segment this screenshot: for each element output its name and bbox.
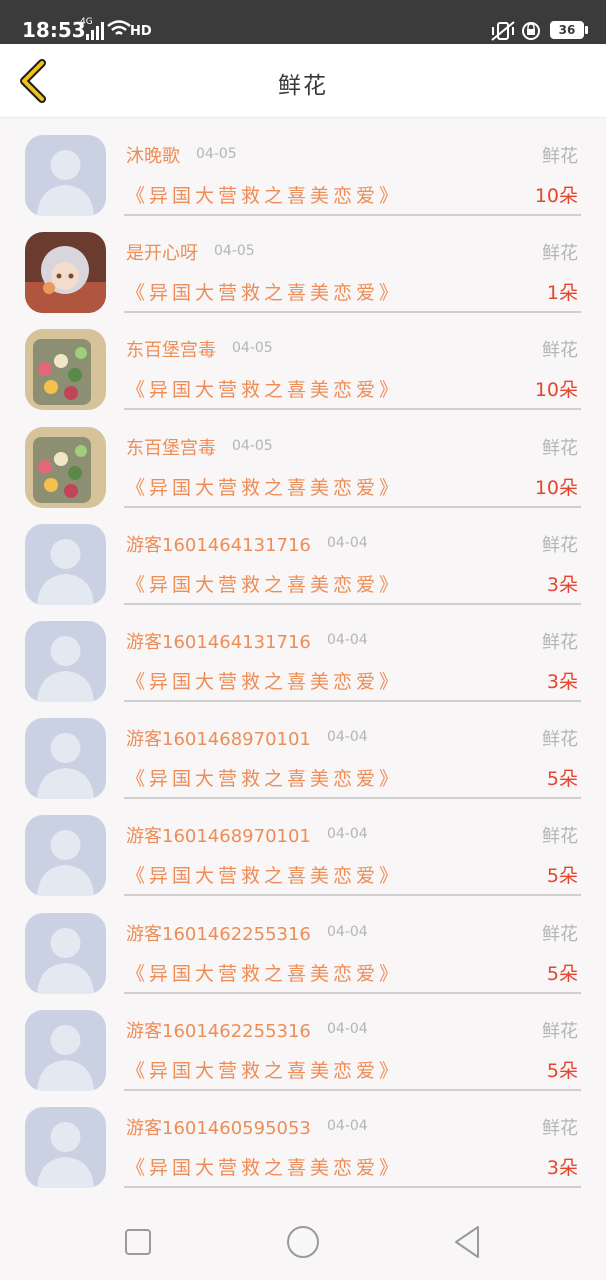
status-bar: 18:53 4G HD 36 xyxy=(0,0,606,44)
gift-count: 10朵 xyxy=(534,379,578,402)
gift-type: 鲜花 xyxy=(542,1020,578,1042)
user-name: 游客1601468970101 xyxy=(126,826,311,848)
triangle-back-icon xyxy=(455,1226,479,1258)
book-title[interactable]: 《异国大营救之喜美恋爱》 xyxy=(126,181,402,208)
avatar[interactable] xyxy=(25,232,106,314)
user-name: 游客1601462255316 xyxy=(126,923,311,945)
book-title[interactable]: 《异国大营救之喜美恋爱》 xyxy=(126,959,402,986)
circle-icon xyxy=(287,1226,319,1258)
avatar[interactable] xyxy=(25,718,106,800)
book-title[interactable]: 《异国大营救之喜美恋爱》 xyxy=(126,1056,402,1083)
gift-row[interactable]: 游客1601462255316 04-04 鲜花《异国大营救之喜美恋爱》 5朵 xyxy=(0,993,606,1091)
status-time: 18:53 xyxy=(22,18,86,42)
gift-type: 鲜花 xyxy=(542,340,578,362)
book-title[interactable]: 《异国大营救之喜美恋爱》 xyxy=(126,667,402,694)
gift-count: 10朵 xyxy=(534,476,578,499)
gift-count: 5朵 xyxy=(546,1059,578,1082)
gift-date: 04-04 xyxy=(327,826,368,843)
nav-back-button[interactable] xyxy=(448,1222,488,1262)
gift-type: 鲜花 xyxy=(542,534,578,556)
user-name: 东百堡宫毒 xyxy=(126,340,216,362)
book-title[interactable]: 《异国大营救之喜美恋爱》 xyxy=(126,278,402,305)
gift-date: 04-04 xyxy=(327,1117,368,1134)
gift-count: 5朵 xyxy=(546,865,578,888)
gift-date: 04-04 xyxy=(327,1020,368,1037)
user-name: 游客1601460595053 xyxy=(126,1117,311,1139)
gift-date: 04-05 xyxy=(232,437,273,454)
gift-type: 鲜花 xyxy=(542,923,578,945)
gift-count: 5朵 xyxy=(546,768,578,791)
user-name: 游客1601462255316 xyxy=(126,1020,311,1042)
user-name: 是开心呀 xyxy=(126,243,198,265)
gift-type: 鲜花 xyxy=(542,729,578,751)
battery-indicator: 36 xyxy=(550,21,584,39)
gift-row[interactable]: 游客1601460595053 04-04 鲜花《异国大营救之喜美恋爱》 3朵 xyxy=(0,1090,606,1188)
gift-count: 3朵 xyxy=(546,573,578,596)
avatar[interactable] xyxy=(25,426,106,508)
gift-type: 鲜花 xyxy=(542,631,578,653)
gift-count: 1朵 xyxy=(546,282,578,305)
gift-row[interactable]: 游客1601464131716 04-04 鲜花《异国大营救之喜美恋爱》 3朵 xyxy=(0,604,606,702)
avatar[interactable] xyxy=(25,135,106,216)
home-button[interactable] xyxy=(283,1222,323,1262)
gift-type: 鲜花 xyxy=(542,243,578,265)
avatar[interactable] xyxy=(25,912,106,994)
row-divider xyxy=(124,1185,581,1188)
recents-button[interactable] xyxy=(118,1222,158,1262)
gift-type: 鲜花 xyxy=(542,437,578,459)
book-title[interactable]: 《异国大营救之喜美恋爱》 xyxy=(126,764,402,791)
gift-row[interactable]: 游客1601468970101 04-04 鲜花《异国大营救之喜美恋爱》 5朵 xyxy=(0,701,606,800)
gift-date: 04-05 xyxy=(196,146,237,162)
wifi-icon xyxy=(107,20,131,35)
page-title: 鲜花 xyxy=(278,73,328,99)
user-name: 东百堡宫毒 xyxy=(126,437,216,459)
gift-row[interactable]: 是开心呀 04-05 鲜花《异国大营救之喜美恋爱》 1朵 xyxy=(0,215,606,314)
avatar[interactable] xyxy=(25,1106,106,1188)
avatar[interactable] xyxy=(25,329,106,411)
gift-count: 5朵 xyxy=(546,962,578,985)
gift-row[interactable]: 东百堡宫毒 04-05 鲜花《异国大营救之喜美恋爱》 10朵 xyxy=(0,312,606,411)
square-icon xyxy=(125,1229,151,1255)
gift-date: 04-04 xyxy=(327,534,368,551)
book-title[interactable]: 《异国大营救之喜美恋爱》 xyxy=(126,375,402,402)
battery-cap xyxy=(585,26,588,34)
gift-row[interactable]: 游客1601468970101 04-04 鲜花《异国大营救之喜美恋爱》 5朵 xyxy=(0,798,606,897)
gift-type: 鲜花 xyxy=(542,1117,578,1139)
gift-count: 3朵 xyxy=(546,1156,578,1179)
user-name: 游客1601464131716 xyxy=(126,534,311,556)
gift-row[interactable]: 游客1601462255316 04-04 鲜花《异国大营救之喜美恋爱》 5朵 xyxy=(0,896,606,994)
user-name: 游客1601468970101 xyxy=(126,729,311,751)
signal-icon xyxy=(86,22,104,40)
avatar[interactable] xyxy=(25,620,106,702)
header: 鲜花 xyxy=(0,44,606,118)
gift-date: 04-05 xyxy=(214,243,255,260)
gift-count: 10朵 xyxy=(534,185,578,207)
gift-row[interactable]: 游客1601464131716 04-04 鲜花《异国大营救之喜美恋爱》 3朵 xyxy=(0,507,606,605)
vibrate-mute-icon xyxy=(491,21,515,41)
user-name: 沐晚歌 xyxy=(126,146,180,167)
gift-date: 04-05 xyxy=(232,340,273,357)
book-title[interactable]: 《异国大营救之喜美恋爱》 xyxy=(126,1153,402,1180)
gift-count: 3朵 xyxy=(546,670,578,693)
book-title[interactable]: 《异国大营救之喜美恋爱》 xyxy=(126,861,402,888)
gift-type: 鲜花 xyxy=(542,826,578,848)
book-title[interactable]: 《异国大营救之喜美恋爱》 xyxy=(126,570,402,597)
alarm-icon xyxy=(522,22,540,40)
avatar[interactable] xyxy=(25,1009,106,1091)
system-nav-bar xyxy=(0,1200,606,1280)
gift-type: 鲜花 xyxy=(542,146,578,167)
avatar[interactable] xyxy=(25,523,106,605)
gift-date: 04-04 xyxy=(327,631,368,648)
hd-badge: HD xyxy=(130,24,152,39)
gift-row[interactable]: 东百堡宫毒 04-05 鲜花《异国大营救之喜美恋爱》 10朵 xyxy=(0,410,606,508)
user-name: 游客1601464131716 xyxy=(126,631,311,653)
gift-date: 04-04 xyxy=(327,923,368,940)
gift-date: 04-04 xyxy=(327,729,368,746)
gift-list: 沐晚歌 04-05 鲜花 《异国大营救之喜美恋爱》 10朵 是开心呀 04-05 鲜花 《异国大… xyxy=(0,118,606,1188)
avatar[interactable] xyxy=(25,815,106,897)
book-title[interactable]: 《异国大营救之喜美恋爱》 xyxy=(126,473,402,500)
gift-row[interactable]: 沐晚歌 04-05 鲜花《异国大营救之喜美恋爱》 10朵 xyxy=(0,118,606,216)
